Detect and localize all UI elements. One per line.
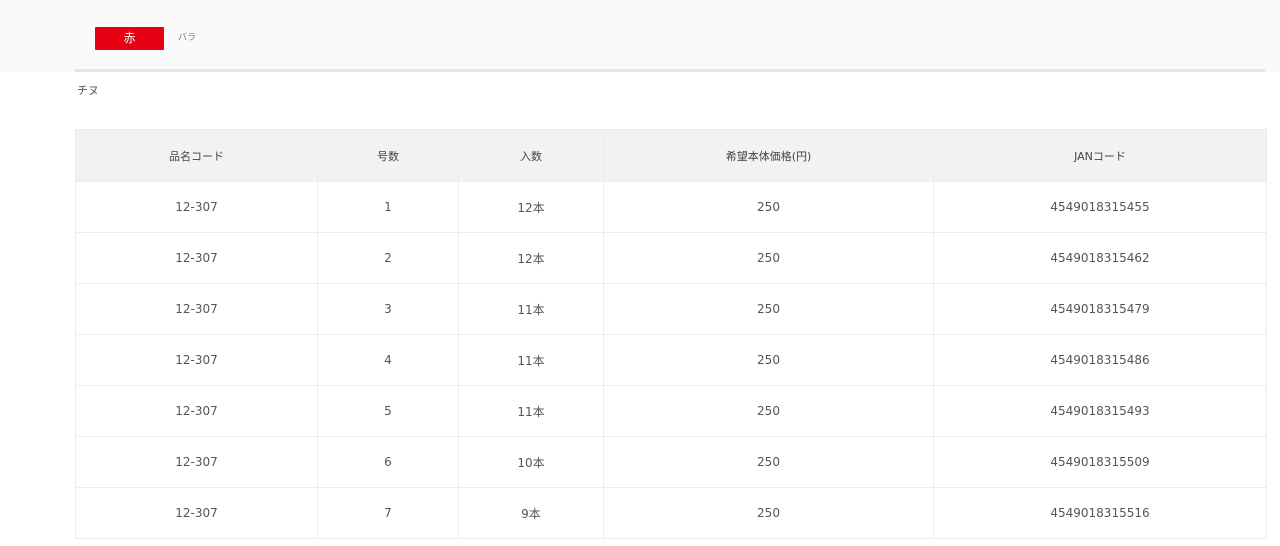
cell-size-number: 7 (317, 487, 459, 539)
cell-product-code: 12-307 (75, 232, 318, 284)
cell-jan-code: 4549018315516 (933, 487, 1267, 539)
cell-retail-price: 250 (603, 487, 934, 539)
cell-quantity: 11本 (458, 334, 604, 386)
header-size-number: 号数 (317, 129, 459, 182)
cell-product-code: 12-307 (75, 385, 318, 437)
cell-quantity: 9本 (458, 487, 604, 539)
cell-product-code: 12-307 (75, 334, 318, 386)
header-retail-price: 希望本体価格(円) (603, 129, 934, 182)
cell-quantity: 11本 (458, 283, 604, 335)
spec-table: 品名コード 号数 入数 希望本体価格(円) JANコード 12-307 1 12… (75, 129, 1267, 539)
cell-jan-code: 4549018315493 (933, 385, 1267, 437)
header-quantity: 入数 (458, 129, 604, 182)
cell-quantity: 11本 (458, 385, 604, 437)
cell-jan-code: 4549018315509 (933, 436, 1267, 488)
table-header-row: 品名コード 号数 入数 希望本体価格(円) JANコード (75, 129, 1267, 182)
cell-product-code: 12-307 (75, 436, 318, 488)
cell-product-code: 12-307 (75, 181, 318, 233)
cell-product-code: 12-307 (75, 487, 318, 539)
cell-quantity: 12本 (458, 181, 604, 233)
cell-size-number: 5 (317, 385, 459, 437)
section-divider (74, 69, 1266, 72)
packaging-label: バラ (178, 33, 197, 43)
cell-product-code: 12-307 (75, 283, 318, 335)
cell-quantity: 10本 (458, 436, 604, 488)
product-spec-page: 赤 バラ チヌ 品名コード 号数 入数 希望本体価格(円) JANコード 12-… (0, 0, 1280, 546)
table-row: 12-307 1 12本 250 4549018315455 (75, 181, 1267, 233)
table-row: 12-307 3 11本 250 4549018315479 (75, 283, 1267, 335)
cell-jan-code: 4549018315486 (933, 334, 1267, 386)
header-jan-code: JANコード (933, 129, 1267, 182)
table-row: 12-307 6 10本 250 4549018315509 (75, 436, 1267, 488)
cell-quantity: 12本 (458, 232, 604, 284)
cell-retail-price: 250 (603, 385, 934, 437)
cell-retail-price: 250 (603, 283, 934, 335)
cell-size-number: 6 (317, 436, 459, 488)
cell-jan-code: 4549018315455 (933, 181, 1267, 233)
cell-jan-code: 4549018315462 (933, 232, 1267, 284)
header-product-code: 品名コード (75, 129, 318, 182)
cell-jan-code: 4549018315479 (933, 283, 1267, 335)
cell-retail-price: 250 (603, 232, 934, 284)
table-row: 12-307 5 11本 250 4549018315493 (75, 385, 1267, 437)
table-row: 12-307 7 9本 250 4549018315516 (75, 487, 1267, 539)
cell-size-number: 1 (317, 181, 459, 233)
cell-size-number: 3 (317, 283, 459, 335)
cell-retail-price: 250 (603, 334, 934, 386)
table-row: 12-307 4 11本 250 4549018315486 (75, 334, 1267, 386)
cell-retail-price: 250 (603, 181, 934, 233)
cell-size-number: 4 (317, 334, 459, 386)
cell-retail-price: 250 (603, 436, 934, 488)
table-row: 12-307 2 12本 250 4549018315462 (75, 232, 1267, 284)
color-badge-red[interactable]: 赤 (95, 27, 164, 50)
cell-size-number: 2 (317, 232, 459, 284)
target-fish-label: チヌ (77, 84, 99, 97)
color-tag-row: 赤 バラ (0, 0, 1280, 72)
